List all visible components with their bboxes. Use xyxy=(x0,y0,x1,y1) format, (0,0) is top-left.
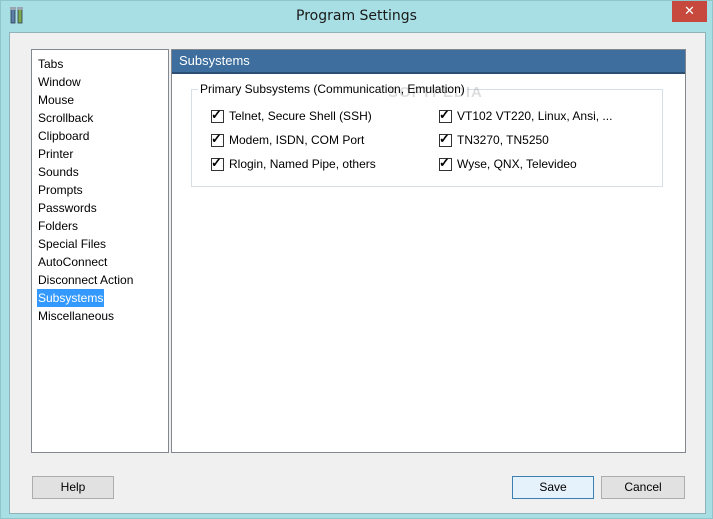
sidebar-item-tabs[interactable]: Tabs xyxy=(37,55,64,73)
title-bar[interactable]: Program Settings ✕ xyxy=(1,1,712,32)
primary-subsystems-group: Primary Subsystems (Communication, Emula… xyxy=(191,82,663,187)
checkbox-label: VT102 VT220, Linux, Ansi, ... xyxy=(457,109,613,123)
checkbox-box[interactable]: ✓ xyxy=(439,130,452,147)
sidebar-item-passwords[interactable]: Passwords xyxy=(37,199,98,217)
vt102-vt220-checkbox[interactable]: ✓ VT102 VT220, Linux, Ansi, ... xyxy=(439,106,613,123)
sidebar-item-clipboard[interactable]: Clipboard xyxy=(37,127,90,145)
checkbox-label: Modem, ISDN, COM Port xyxy=(229,133,365,147)
sidebar-item-printer[interactable]: Printer xyxy=(37,145,74,163)
sidebar-item-mouse[interactable]: Mouse xyxy=(37,91,75,109)
checkbox-label: Rlogin, Named Pipe, others xyxy=(229,157,376,171)
tn3270-tn5250-checkbox[interactable]: ✓ TN3270, TN5250 xyxy=(439,130,549,147)
group-legend: Primary Subsystems (Communication, Emula… xyxy=(198,82,467,96)
wyse-qnx-checkbox[interactable]: ✓ Wyse, QNX, Televideo xyxy=(439,154,577,171)
sidebar-item-subsystems[interactable]: Subsystems xyxy=(37,289,105,307)
sidebar-item-prompts[interactable]: Prompts xyxy=(37,181,84,199)
checkbox-box[interactable]: ✓ xyxy=(439,106,452,123)
subsystems-panel: Subsystems Primary Subsystems (Communica… xyxy=(171,49,686,453)
checkmark-icon: ✓ xyxy=(211,154,222,170)
sidebar-item-special-files[interactable]: Special Files xyxy=(37,235,107,253)
rlogin-pipe-checkbox[interactable]: ✓ Rlogin, Named Pipe, others xyxy=(211,154,376,171)
panel-title: Subsystems xyxy=(172,50,685,74)
modem-isdn-checkbox[interactable]: ✓ Modem, ISDN, COM Port xyxy=(211,130,365,147)
checkmark-icon: ✓ xyxy=(211,130,222,146)
cancel-button[interactable]: Cancel xyxy=(601,476,685,499)
close-icon: ✕ xyxy=(684,4,695,19)
checkmark-icon: ✓ xyxy=(439,130,450,146)
checkbox-box[interactable]: ✓ xyxy=(439,154,452,171)
checkbox-label: TN3270, TN5250 xyxy=(457,133,549,147)
sidebar-item-scrollback[interactable]: Scrollback xyxy=(37,109,94,127)
close-button[interactable]: ✕ xyxy=(672,1,707,22)
checkbox-box[interactable]: ✓ xyxy=(211,130,224,147)
sidebar-item-autoconnect[interactable]: AutoConnect xyxy=(37,253,108,271)
checkbox-box[interactable]: ✓ xyxy=(211,154,224,171)
checkmark-icon: ✓ xyxy=(439,154,450,170)
help-button[interactable]: Help xyxy=(32,476,114,499)
save-button[interactable]: Save xyxy=(512,476,594,499)
checkbox-box[interactable]: ✓ xyxy=(211,106,224,123)
checkbox-label: Telnet, Secure Shell (SSH) xyxy=(229,109,372,123)
sidebar-item-miscellaneous[interactable]: Miscellaneous xyxy=(37,307,115,325)
sidebar-item-sounds[interactable]: Sounds xyxy=(37,163,80,181)
sidebar-item-folders[interactable]: Folders xyxy=(37,217,79,235)
sidebar-item-window[interactable]: Window xyxy=(37,73,82,91)
sidebar-item-disconnect-action[interactable]: Disconnect Action xyxy=(37,271,134,289)
settings-category-list[interactable]: Tabs Window Mouse Scrollback Clipboard P… xyxy=(31,49,169,453)
checkbox-label: Wyse, QNX, Televideo xyxy=(457,157,577,171)
window-title: Program Settings xyxy=(296,8,417,24)
dialog-client-area: Tabs Window Mouse Scrollback Clipboard P… xyxy=(9,32,706,514)
program-settings-window: Program Settings ✕ Tabs Window Mouse Scr… xyxy=(0,0,713,519)
checkmark-icon: ✓ xyxy=(439,106,450,122)
checkmark-icon: ✓ xyxy=(211,106,222,122)
telnet-ssh-checkbox[interactable]: ✓ Telnet, Secure Shell (SSH) xyxy=(211,106,372,123)
